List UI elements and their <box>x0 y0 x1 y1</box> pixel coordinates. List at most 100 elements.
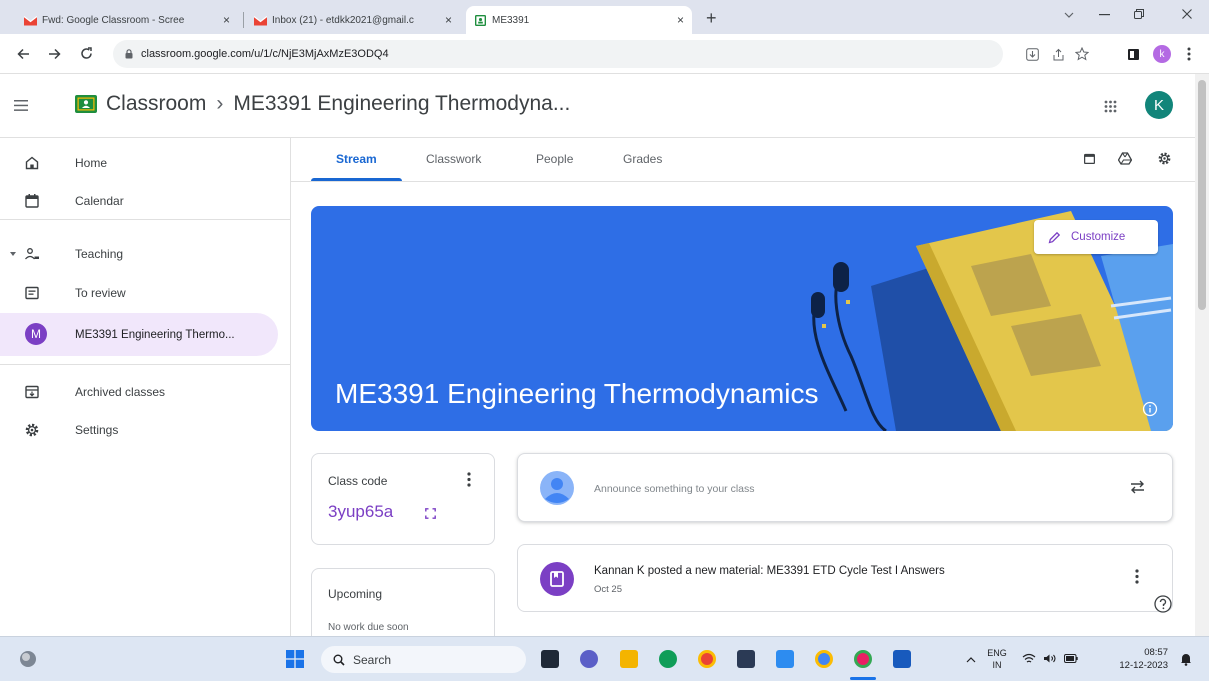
browser-tab-strip: Fwd: Google Classroom - Scree × Inbox (2… <box>0 0 1209 34</box>
url-text: classroom.google.com/u/1/c/NjE3MjAxMzE3O… <box>141 48 389 60</box>
lock-icon <box>125 49 133 59</box>
reload-icon[interactable] <box>80 47 93 60</box>
new-tab-button[interactable]: + <box>706 8 717 29</box>
pencil-icon <box>1048 231 1061 243</box>
sidebar-item-calendar[interactable]: Calendar <box>0 180 278 222</box>
store-icon[interactable] <box>737 650 755 668</box>
windows-start-icon[interactable] <box>286 650 304 668</box>
tab-grades[interactable]: Grades <box>623 152 662 166</box>
material-icon <box>540 562 574 596</box>
install-app-icon[interactable] <box>1026 48 1039 61</box>
wifi-icon[interactable] <box>1022 653 1036 664</box>
calendar-icon[interactable] <box>1083 152 1096 165</box>
minimize-icon[interactable] <box>1099 14 1110 16</box>
sidebar-item-home[interactable]: Home <box>0 142 278 184</box>
classroom-favicon-icon <box>475 14 486 26</box>
address-bar[interactable]: classroom.google.com/u/1/c/NjE3MjAxMzE3O… <box>113 40 1089 68</box>
sidebar-item-to-review[interactable]: To review <box>0 272 278 314</box>
page-scrollbar[interactable] <box>1195 74 1209 636</box>
upcoming-empty-text: No work due soon <box>328 622 409 633</box>
volume-icon[interactable] <box>1043 653 1057 664</box>
edge-browser-icon[interactable] <box>659 650 677 668</box>
upcoming-label: Upcoming <box>328 587 383 601</box>
chrome-profile-icon[interactable] <box>815 650 833 668</box>
account-avatar[interactable]: K <box>1145 91 1173 119</box>
class-banner: ME3391 Engineering Thermodynamics Custom… <box>311 206 1173 431</box>
announce-placeholder[interactable]: Announce something to your class <box>594 483 755 495</box>
close-tab-icon[interactable]: × <box>223 13 230 27</box>
home-icon <box>25 156 39 170</box>
browser-toolbar: classroom.google.com/u/1/c/NjE3MjAxMzE3O… <box>0 34 1209 74</box>
whiteboard-app-icon[interactable] <box>776 650 794 668</box>
info-icon[interactable] <box>1142 401 1158 417</box>
file-explorer-icon[interactable] <box>620 650 638 668</box>
windows-taskbar: Search ENG IN 08:57 12-12-2023 <box>0 636 1209 681</box>
show-hidden-icons-chevron-icon[interactable] <box>966 657 976 663</box>
scrollbar-thumb[interactable] <box>1198 80 1206 310</box>
bookmark-star-icon[interactable] <box>1075 47 1089 61</box>
notification-bell-icon[interactable] <box>1180 652 1192 666</box>
fullscreen-code-icon[interactable] <box>425 508 436 519</box>
sidebar-item-settings[interactable]: Settings <box>0 409 278 451</box>
sidebar-item-class[interactable]: M ME3391 Engineering Thermo... <box>0 313 278 356</box>
main-menu-icon[interactable] <box>14 100 28 111</box>
teams-chat-icon[interactable] <box>580 650 598 668</box>
post-date: Oct 25 <box>594 584 622 595</box>
weather-widget-icon[interactable] <box>18 649 38 669</box>
drive-folder-icon[interactable] <box>1118 152 1132 165</box>
profile-avatar[interactable]: k <box>1153 45 1171 63</box>
tab-search-chevron-icon[interactable] <box>1064 12 1074 18</box>
language-indicator[interactable]: ENG IN <box>986 647 1008 671</box>
class-title[interactable]: ME3391 Engineering Thermodyna... <box>233 92 570 116</box>
tab-stream[interactable]: Stream <box>336 152 377 166</box>
share-icon[interactable] <box>1052 48 1065 61</box>
search-icon <box>333 654 345 666</box>
clock[interactable]: 08:57 12-12-2023 <box>1108 646 1168 672</box>
tab-classwork[interactable]: Classwork <box>426 152 481 166</box>
post-text[interactable]: Kannan K posted a new material: ME3391 E… <box>594 565 945 577</box>
apps-grid-icon[interactable] <box>1104 100 1117 113</box>
browser-tab-me3391[interactable]: ME3391 × <box>466 6 692 34</box>
browser-menu-icon[interactable] <box>1187 47 1191 61</box>
word-icon[interactable] <box>893 650 911 668</box>
forward-arrow-icon[interactable] <box>48 48 61 60</box>
restore-icon[interactable] <box>1134 9 1144 19</box>
post-card[interactable]: Kannan K posted a new material: ME3391 E… <box>517 544 1173 612</box>
close-tab-icon[interactable]: × <box>677 13 684 27</box>
gmail-icon <box>254 15 267 25</box>
close-window-icon[interactable] <box>1182 9 1192 19</box>
browser-tab-classroom-fwd[interactable]: Fwd: Google Classroom - Scree × <box>16 6 238 34</box>
browser-tab-inbox[interactable]: Inbox (21) - etdkk2021@gmail.c × <box>246 6 460 34</box>
app-header: Classroom › ME3391 Engineering Thermodyn… <box>0 74 1195 138</box>
taskbar-search-box[interactable]: Search <box>321 646 526 673</box>
more-options-icon[interactable] <box>467 472 471 487</box>
collapse-arrow-icon[interactable] <box>10 252 16 256</box>
close-tab-icon[interactable]: × <box>445 13 452 27</box>
side-panel-icon[interactable] <box>1128 49 1139 60</box>
announce-card[interactable]: Announce something to your class <box>517 453 1173 522</box>
archive-icon <box>25 385 39 399</box>
task-view-icon[interactable] <box>541 650 559 668</box>
class-code-value: 3yup65a <box>328 502 394 521</box>
chrome-active-icon[interactable] <box>854 650 872 668</box>
back-arrow-icon[interactable] <box>17 48 30 60</box>
post-more-options-icon[interactable] <box>1135 569 1139 584</box>
class-settings-gear-icon[interactable] <box>1157 151 1172 166</box>
chrome-icon[interactable] <box>698 650 716 668</box>
sidebar-item-teaching[interactable]: Teaching <box>0 233 278 275</box>
customize-button[interactable]: Customize <box>1034 220 1158 254</box>
repost-icon[interactable] <box>1130 479 1145 495</box>
help-icon[interactable] <box>1154 595 1172 613</box>
battery-icon[interactable] <box>1064 654 1078 663</box>
class-code-label: Class code <box>328 474 388 488</box>
active-app-indicator <box>850 677 876 680</box>
banner-class-title: ME3391 Engineering Thermodynamics <box>335 378 819 409</box>
to-review-icon <box>25 286 39 300</box>
classroom-logo-icon[interactable] <box>75 95 97 113</box>
sidebar-item-archived[interactable]: Archived classes <box>0 371 278 413</box>
user-avatar-icon <box>540 471 574 505</box>
tab-people[interactable]: People <box>536 152 573 166</box>
app-name[interactable]: Classroom <box>106 92 206 116</box>
settings-gear-icon <box>25 423 39 437</box>
teaching-people-icon <box>25 248 39 260</box>
